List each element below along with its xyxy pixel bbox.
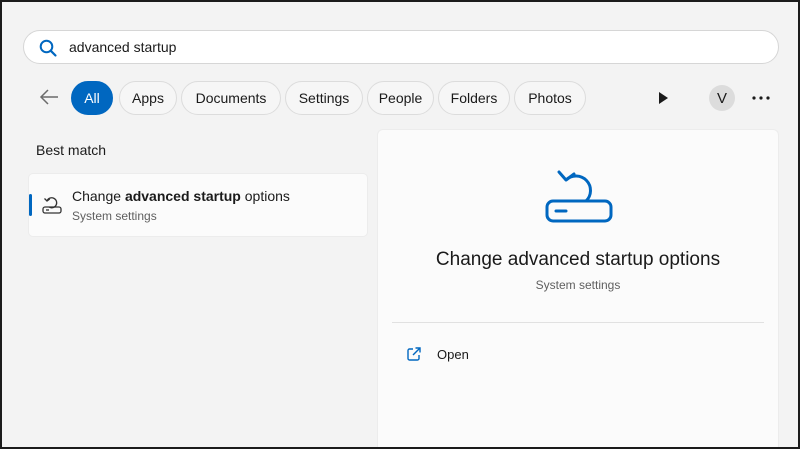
divider <box>392 322 764 323</box>
filter-chip-all[interactable]: All <box>71 81 113 115</box>
open-action[interactable]: Open <box>392 336 764 372</box>
best-match-heading: Best match <box>36 142 107 158</box>
filter-chip-apps[interactable]: Apps <box>119 81 177 115</box>
result-title-highlight: advanced startup <box>124 188 241 204</box>
search-icon <box>39 39 57 57</box>
search-input[interactable] <box>69 31 749 63</box>
result-title-prefix: Change <box>72 188 125 204</box>
filter-chip-documents[interactable]: Documents <box>181 81 281 115</box>
result-title: Change advanced startup options <box>72 188 290 204</box>
recovery-icon <box>545 170 613 223</box>
open-label: Open <box>437 347 469 362</box>
result-title-suffix: options <box>240 188 290 204</box>
filter-chip-folders[interactable]: Folders <box>438 81 510 115</box>
search-window: All Apps Documents Settings People Folde… <box>2 2 798 447</box>
detail-subtitle: System settings <box>535 278 621 292</box>
best-match-result[interactable]: Change advanced startup options System s… <box>28 173 368 237</box>
back-arrow-icon[interactable] <box>38 86 60 108</box>
detail-title: Change advanced startup options <box>435 249 721 270</box>
recovery-icon <box>42 197 62 214</box>
avatar[interactable]: V <box>709 85 735 111</box>
filter-chip-settings[interactable]: Settings <box>285 81 363 115</box>
filter-chip-photos[interactable]: Photos <box>514 81 586 115</box>
search-bar[interactable] <box>23 30 779 64</box>
play-icon[interactable] <box>656 90 670 106</box>
filter-chip-people[interactable]: People <box>367 81 434 115</box>
detail-pane: Change advanced startup options System s… <box>377 129 779 447</box>
result-subtitle: System settings <box>72 209 157 223</box>
more-icon[interactable] <box>751 92 771 104</box>
open-external-icon <box>407 347 421 361</box>
selection-indicator <box>29 194 32 216</box>
